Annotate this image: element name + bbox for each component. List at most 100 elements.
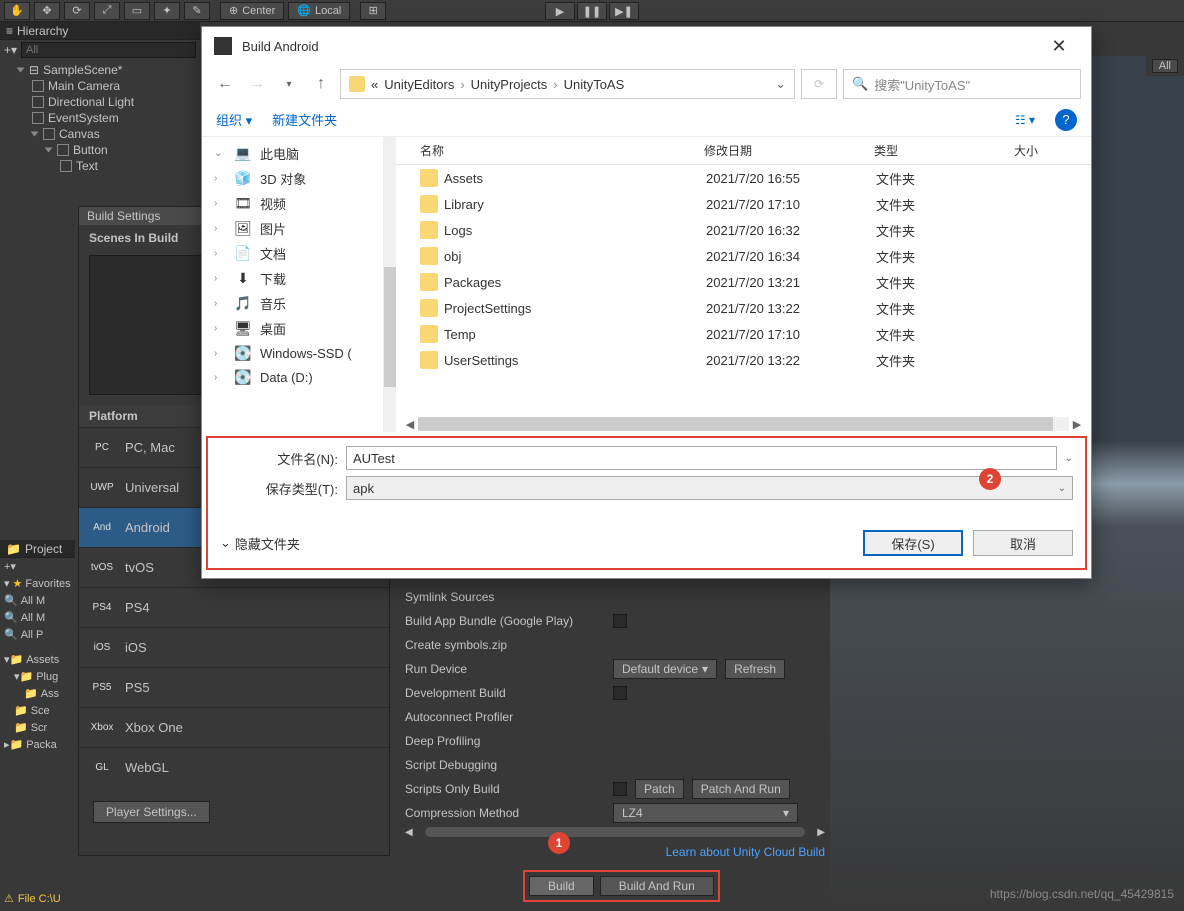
search-input[interactable]: 🔍搜索"UnityToAS" xyxy=(843,69,1081,99)
refresh-button[interactable]: ⟳ xyxy=(801,69,837,99)
sidebar-item[interactable]: ⌄💻此电脑 xyxy=(202,141,383,166)
breadcrumb[interactable]: « UnityEditors› UnityProjects› UnityToAS… xyxy=(340,69,795,99)
favorites-label[interactable]: ▾★Favorites xyxy=(0,575,75,592)
file-row[interactable]: ProjectSettings2021/7/20 13:22文件夹 xyxy=(396,295,1091,321)
new-folder-button[interactable]: 新建文件夹 xyxy=(272,110,337,129)
gameobject-item[interactable]: Directional Light xyxy=(0,94,200,110)
step-button[interactable]: ▶❚ xyxy=(609,2,639,20)
file-row[interactable]: Assets2021/7/20 16:55文件夹 xyxy=(396,165,1091,191)
sidebar-item[interactable]: ›🖼图片 xyxy=(202,216,383,241)
option-label: Build App Bundle (Google Play) xyxy=(405,614,605,628)
project-item[interactable]: 🔍All M xyxy=(0,592,75,609)
text-item[interactable]: Text xyxy=(0,158,200,174)
platform-ps4[interactable]: PS4PS4 xyxy=(79,587,389,627)
file-row[interactable]: Packages2021/7/20 13:21文件夹 xyxy=(396,269,1091,295)
sidebar-item[interactable]: ›💽Windows-SSD ( xyxy=(202,341,383,365)
pivot-center-button[interactable]: ⊕ Center xyxy=(220,2,284,20)
save-button[interactable]: 保存(S) xyxy=(863,530,963,556)
move-tool-icon[interactable]: ✥ xyxy=(34,2,60,20)
hand-tool-icon[interactable]: ✋ xyxy=(4,2,30,20)
checkbox[interactable] xyxy=(613,782,627,796)
transform-tool-icon[interactable]: ✦ xyxy=(154,2,180,20)
file-row[interactable]: Library2021/7/20 17:10文件夹 xyxy=(396,191,1091,217)
build-and-run-button[interactable]: Build And Run xyxy=(600,876,714,896)
checkbox[interactable] xyxy=(613,686,627,700)
add-dropdown[interactable]: +▾ xyxy=(4,43,17,57)
compression-dropdown[interactable]: LZ4▾ xyxy=(613,803,798,823)
sidebar-scrollbar[interactable] xyxy=(384,137,396,432)
platform-ps5[interactable]: PS5PS5 xyxy=(79,667,389,707)
file-list-scrollbar[interactable]: ◀▶ xyxy=(396,416,1091,432)
layers-dropdown[interactable]: All xyxy=(1152,59,1178,73)
project-item[interactable]: 📁Scr xyxy=(0,719,75,736)
sidebar-item[interactable]: ›🎞视频 xyxy=(202,191,383,216)
filetype-dropdown[interactable]: apk⌄ xyxy=(346,476,1073,500)
pause-button[interactable]: ❚❚ xyxy=(577,2,607,20)
build-button[interactable]: Build xyxy=(529,876,594,896)
project-item[interactable]: 🔍All M xyxy=(0,609,75,626)
location-icon: 💽 xyxy=(234,344,252,362)
plugins-folder[interactable]: ▾📁Plug xyxy=(0,668,75,685)
file-list-header[interactable]: 名称 修改日期 类型 大小 xyxy=(396,137,1091,165)
nav-up-button[interactable]: ↑ xyxy=(308,71,334,97)
nav-forward-button[interactable]: → xyxy=(244,71,270,97)
nav-recent-button[interactable]: ▾ xyxy=(276,71,302,97)
platform-webgl[interactable]: GLWebGL xyxy=(79,747,389,787)
location-icon: 🖥 xyxy=(234,320,252,338)
sidebar-item[interactable]: ›🖥桌面 xyxy=(202,316,383,341)
chevron-down-icon[interactable]: ⌄ xyxy=(1065,453,1073,464)
option-label: Create symbols.zip xyxy=(405,638,605,652)
checkbox[interactable] xyxy=(613,614,627,628)
add-dropdown[interactable]: +▾ xyxy=(0,558,75,575)
sidebar-item[interactable]: ›🧊3D 对象 xyxy=(202,166,383,191)
scale-tool-icon[interactable]: ⤢ xyxy=(94,2,120,20)
local-global-button[interactable]: 🌐 Local xyxy=(288,2,350,20)
gameobject-item[interactable]: EventSystem xyxy=(0,110,200,126)
player-settings-button[interactable]: Player Settings... xyxy=(93,801,210,823)
console-status[interactable]: ⚠File C:\U xyxy=(4,892,61,905)
project-item[interactable]: 📁Ass xyxy=(0,685,75,702)
snap-button[interactable]: ⊞ xyxy=(360,2,386,20)
filename-input[interactable] xyxy=(346,446,1057,470)
platform-ios[interactable]: iOSiOS xyxy=(79,627,389,667)
sidebar-item[interactable]: ›⬇下载 xyxy=(202,266,383,291)
project-tab[interactable]: 📁Project xyxy=(0,540,75,558)
file-row[interactable]: UserSettings2021/7/20 13:22文件夹 xyxy=(396,347,1091,373)
annotation-badge-1: 1 xyxy=(548,832,570,854)
cancel-button[interactable]: 取消 xyxy=(973,530,1073,556)
file-row[interactable]: obj2021/7/20 16:34文件夹 xyxy=(396,243,1091,269)
organize-dropdown[interactable]: 组织 ▾ xyxy=(216,110,252,129)
platform-xbox-one[interactable]: XboxXbox One xyxy=(79,707,389,747)
run-device-dropdown[interactable]: Default device ▾ xyxy=(613,659,717,679)
assets-folder[interactable]: ▾📁Assets xyxy=(0,651,75,668)
sidebar-item[interactable]: ›💽Data (D:) xyxy=(202,365,383,389)
patch-run-button[interactable]: Patch And Run xyxy=(692,779,790,799)
patch-button[interactable]: Patch xyxy=(635,779,684,799)
hierarchy-search-input[interactable] xyxy=(21,42,196,58)
custom-tool-icon[interactable]: ✎ xyxy=(184,2,210,20)
file-row[interactable]: Logs2021/7/20 16:32文件夹 xyxy=(396,217,1091,243)
help-button[interactable]: ? xyxy=(1055,109,1077,131)
refresh-button[interactable]: Refresh xyxy=(725,659,785,679)
scene-item[interactable]: ⊟SampleScene* xyxy=(0,62,200,78)
view-options-button[interactable]: ☷ ▾ xyxy=(1015,113,1035,127)
chevron-down-icon[interactable]: ⌄ xyxy=(775,76,786,92)
sidebar-item[interactable]: ›📄文档 xyxy=(202,241,383,266)
play-button[interactable]: ▶ xyxy=(545,2,575,20)
button-item[interactable]: Button xyxy=(0,142,200,158)
project-item[interactable]: 📁Sce xyxy=(0,702,75,719)
gameobject-item[interactable]: Main Camera xyxy=(0,78,200,94)
canvas-item[interactable]: Canvas xyxy=(0,126,200,142)
file-row[interactable]: Temp2021/7/20 17:10文件夹 xyxy=(396,321,1091,347)
cloud-build-link[interactable]: Learn about Unity Cloud Build xyxy=(405,845,825,859)
packages-folder[interactable]: ▸📁Packa xyxy=(0,736,75,753)
project-item[interactable]: 🔍All P xyxy=(0,626,75,643)
close-button[interactable]: ✕ xyxy=(1039,36,1079,57)
hide-folders-toggle[interactable]: ⌄隐藏文件夹 xyxy=(220,534,300,553)
location-icon: 🧊 xyxy=(234,170,252,188)
nav-back-button[interactable]: ← xyxy=(212,71,238,97)
sidebar-item[interactable]: ›🎵音乐 xyxy=(202,291,383,316)
rect-tool-icon[interactable]: ▭ xyxy=(124,2,150,20)
rotate-tool-icon[interactable]: ⟳ xyxy=(64,2,90,20)
hierarchy-tab[interactable]: ≡Hierarchy xyxy=(0,22,200,40)
